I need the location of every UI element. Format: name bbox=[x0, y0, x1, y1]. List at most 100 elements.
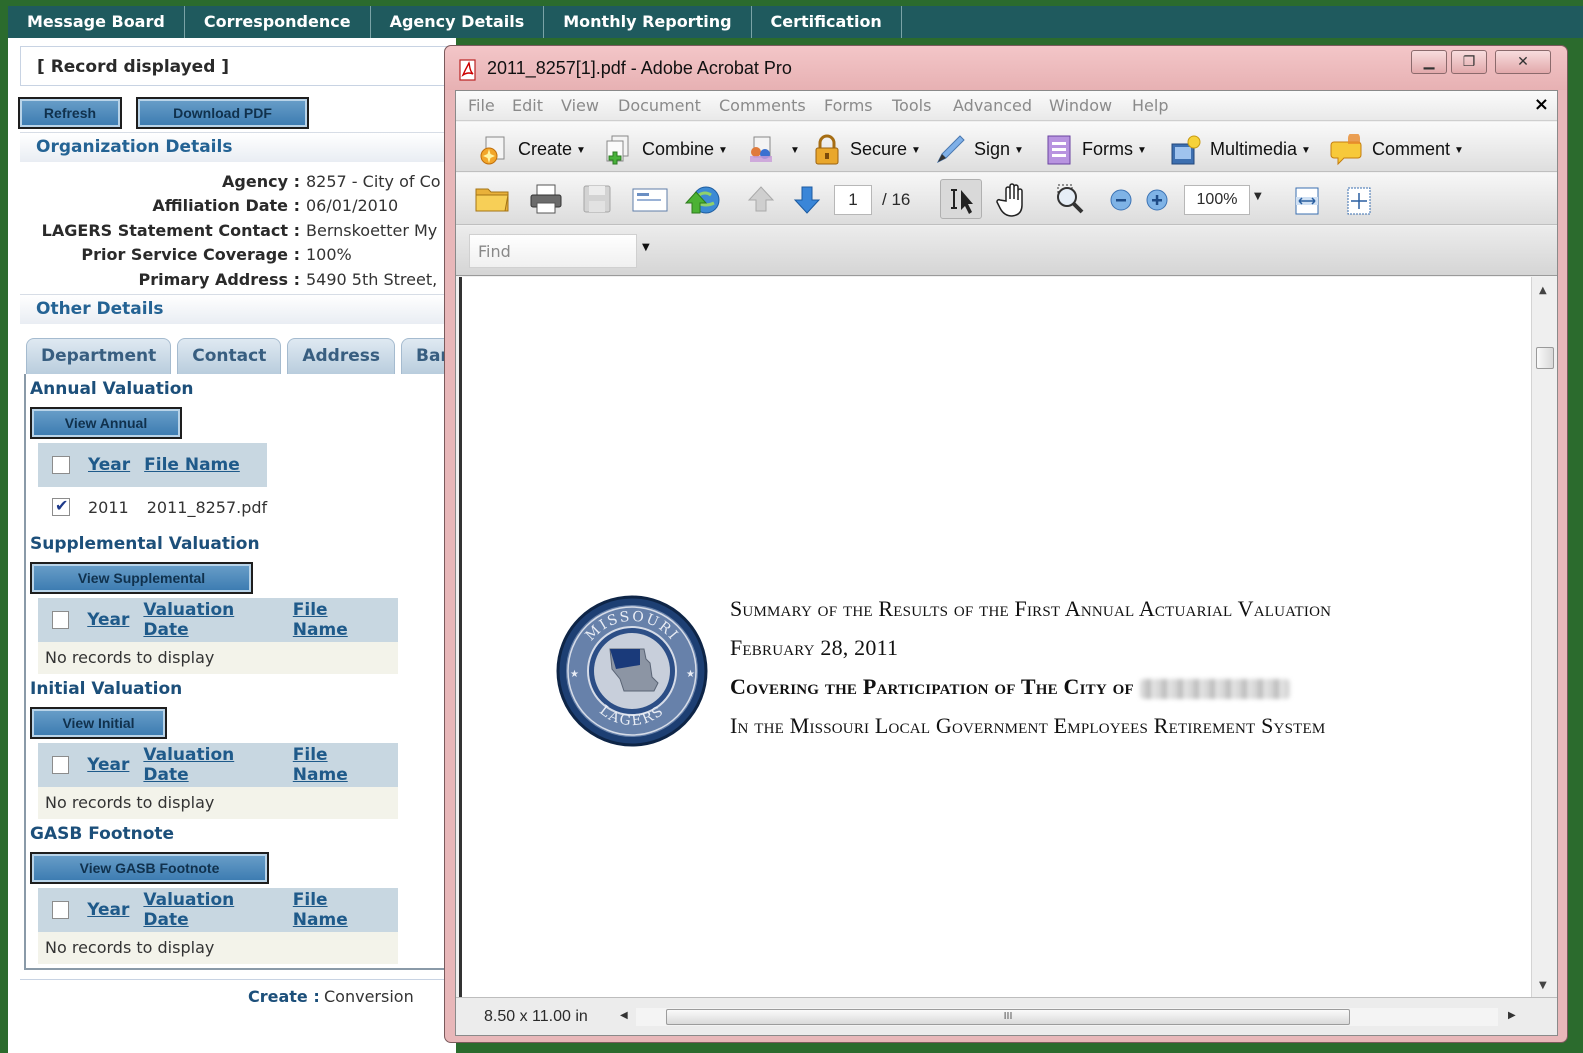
fit-width-icon[interactable] bbox=[1292, 185, 1322, 217]
column-valuation-date[interactable]: Valuation Date bbox=[143, 600, 278, 640]
svg-text:★: ★ bbox=[570, 669, 579, 680]
select-all-checkbox[interactable] bbox=[52, 756, 70, 774]
close-document-icon[interactable]: × bbox=[1534, 94, 1549, 115]
secure-tool[interactable]: Secure ▼ bbox=[812, 134, 921, 165]
create-label: Create bbox=[518, 138, 573, 159]
horizontal-scroll-track[interactable]: III bbox=[636, 1008, 1498, 1026]
column-file-name[interactable]: File Name bbox=[293, 745, 384, 785]
row-checkbox[interactable] bbox=[52, 496, 70, 516]
detail-agency: Agency : 8257 - City of Co bbox=[8, 172, 448, 196]
menu-window[interactable]: Window bbox=[1049, 96, 1112, 115]
forms-tool[interactable]: Forms ▼ bbox=[1046, 134, 1147, 165]
fit-page-icon[interactable] bbox=[1344, 185, 1374, 217]
column-year[interactable]: Year bbox=[87, 610, 129, 630]
supplemental-grid-header: Year Valuation Date File Name bbox=[38, 598, 398, 642]
marquee-zoom-icon[interactable] bbox=[1050, 181, 1090, 219]
menu-file[interactable]: File bbox=[468, 96, 495, 115]
column-file-name[interactable]: File Name bbox=[144, 455, 240, 475]
initial-grid-header: Year Valuation Date File Name bbox=[38, 743, 398, 787]
view-initial-button[interactable]: View Initial bbox=[30, 707, 167, 739]
zoom-level-input[interactable]: 100% bbox=[1184, 185, 1250, 215]
detail-statement-contact: LAGERS Statement Contact : Bernskoetter … bbox=[8, 221, 448, 245]
minimize-button[interactable]: ▁ bbox=[1411, 50, 1447, 74]
column-file-name[interactable]: File Name bbox=[293, 890, 384, 930]
email-icon[interactable] bbox=[630, 183, 670, 215]
combine-icon bbox=[606, 135, 629, 165]
scroll-up-arrow-icon[interactable]: ▲ bbox=[1539, 285, 1547, 296]
upload-share-icon[interactable] bbox=[682, 183, 722, 217]
tab-address[interactable]: Address bbox=[287, 338, 395, 374]
find-input[interactable]: Find bbox=[469, 234, 637, 268]
maximize-button[interactable]: ❐ bbox=[1451, 50, 1487, 74]
nav-agency-details[interactable]: Agency Details bbox=[371, 6, 545, 38]
nav-correspondence[interactable]: Correspondence bbox=[185, 6, 371, 38]
scroll-left-arrow-icon[interactable]: ◀ bbox=[620, 1010, 628, 1021]
view-supplemental-button[interactable]: View Supplemental bbox=[30, 562, 253, 594]
zoom-out-icon[interactable] bbox=[1108, 187, 1134, 213]
column-valuation-date[interactable]: Valuation Date bbox=[143, 745, 278, 785]
detail-label: LAGERS Statement Contact : bbox=[41, 221, 300, 240]
tab-department[interactable]: Department bbox=[26, 338, 172, 374]
window-title-bar[interactable]: 2011_8257[1].pdf - Adobe Acrobat Pro ▁ ❐… bbox=[445, 46, 1567, 90]
detail-label: Prior Service Coverage : bbox=[81, 245, 300, 264]
detail-primary-address: Primary Address : 5490 5th Street, bbox=[8, 270, 448, 294]
vertical-scrollbar[interactable]: ▲ ▼ bbox=[1531, 277, 1557, 997]
minimize-icon: ▁ bbox=[1423, 54, 1435, 70]
view-gasb-footnote-button[interactable]: View GASB Footnote bbox=[30, 852, 269, 884]
comment-tool[interactable]: Comment ▼ bbox=[1330, 134, 1464, 166]
column-file-name[interactable]: File Name bbox=[293, 600, 384, 640]
scroll-right-arrow-icon[interactable]: ▶ bbox=[1508, 1010, 1516, 1021]
column-year[interactable]: Year bbox=[88, 455, 130, 475]
horizontal-scrollbar[interactable]: ◀ III ▶ bbox=[616, 1008, 1526, 1026]
vertical-scroll-thumb[interactable] bbox=[1536, 347, 1554, 369]
download-pdf-button[interactable]: Download PDF bbox=[136, 97, 309, 129]
sign-tool[interactable]: Sign ▼ bbox=[934, 134, 1024, 164]
select-tool-button[interactable] bbox=[940, 179, 982, 219]
window-close-button[interactable]: ✕ bbox=[1495, 50, 1551, 74]
nav-message-board[interactable]: Message Board bbox=[8, 6, 185, 38]
dropdown-arrow-icon: ▼ bbox=[911, 144, 921, 156]
zoom-dropdown-arrow-icon[interactable]: ▼ bbox=[1254, 191, 1262, 202]
open-folder-icon[interactable] bbox=[474, 183, 512, 215]
pdf-document-view[interactable]: MISSOURI LAGERS ★ ★ Summary of the Resul… bbox=[459, 277, 1531, 997]
collaborate-tool[interactable]: ▼ bbox=[746, 134, 800, 162]
multimedia-label: Multimedia bbox=[1210, 138, 1298, 159]
select-all-checkbox[interactable] bbox=[52, 456, 70, 474]
menu-help[interactable]: Help bbox=[1132, 96, 1168, 115]
menu-document[interactable]: Document bbox=[618, 96, 701, 115]
menu-view[interactable]: View bbox=[561, 96, 599, 115]
tasks-toolbar: Create ▼ Combine ▼ ▼ Secure ▼ Sign ▼ For… bbox=[456, 122, 1557, 172]
menu-advanced[interactable]: Advanced bbox=[953, 96, 1032, 115]
view-annual-button[interactable]: View Annual bbox=[30, 407, 182, 439]
select-all-checkbox[interactable] bbox=[52, 901, 70, 919]
combine-tool[interactable]: Combine ▼ bbox=[602, 134, 728, 165]
previous-page-icon[interactable] bbox=[746, 183, 776, 215]
zoom-in-icon[interactable] bbox=[1144, 187, 1170, 213]
hand-tool-icon[interactable] bbox=[996, 181, 1032, 219]
create-tool[interactable]: Create ▼ bbox=[478, 134, 586, 165]
refresh-button[interactable]: Refresh bbox=[18, 97, 122, 129]
nav-monthly-reporting[interactable]: Monthly Reporting bbox=[544, 6, 752, 38]
select-all-checkbox[interactable] bbox=[52, 611, 70, 629]
save-icon[interactable] bbox=[580, 183, 614, 215]
horizontal-scroll-thumb[interactable]: III bbox=[666, 1009, 1350, 1025]
other-details-heading: Other Details bbox=[20, 294, 460, 324]
page-number-input[interactable]: 1 bbox=[834, 185, 872, 215]
select-text-cursor-icon bbox=[951, 189, 973, 214]
menu-tools[interactable]: Tools bbox=[892, 96, 931, 115]
agency-details-panel: [ Record displayed ] Refresh Download PD… bbox=[8, 38, 479, 1053]
find-dropdown-arrow-icon[interactable]: ▼ bbox=[642, 242, 650, 253]
multimedia-tool[interactable]: Multimedia ▼ bbox=[1170, 134, 1311, 165]
print-icon[interactable] bbox=[528, 183, 564, 215]
menu-comments[interactable]: Comments bbox=[719, 96, 806, 115]
tab-contact[interactable]: Contact bbox=[177, 338, 282, 374]
scroll-down-arrow-icon[interactable]: ▼ bbox=[1539, 980, 1547, 991]
next-page-icon[interactable] bbox=[792, 183, 822, 215]
nav-certification[interactable]: Certification bbox=[752, 6, 902, 38]
column-year[interactable]: Year bbox=[87, 755, 129, 775]
menu-edit[interactable]: Edit bbox=[512, 96, 543, 115]
menu-forms[interactable]: Forms bbox=[824, 96, 873, 115]
create-icon bbox=[480, 136, 505, 165]
column-year[interactable]: Year bbox=[87, 900, 129, 920]
column-valuation-date[interactable]: Valuation Date bbox=[143, 890, 278, 930]
